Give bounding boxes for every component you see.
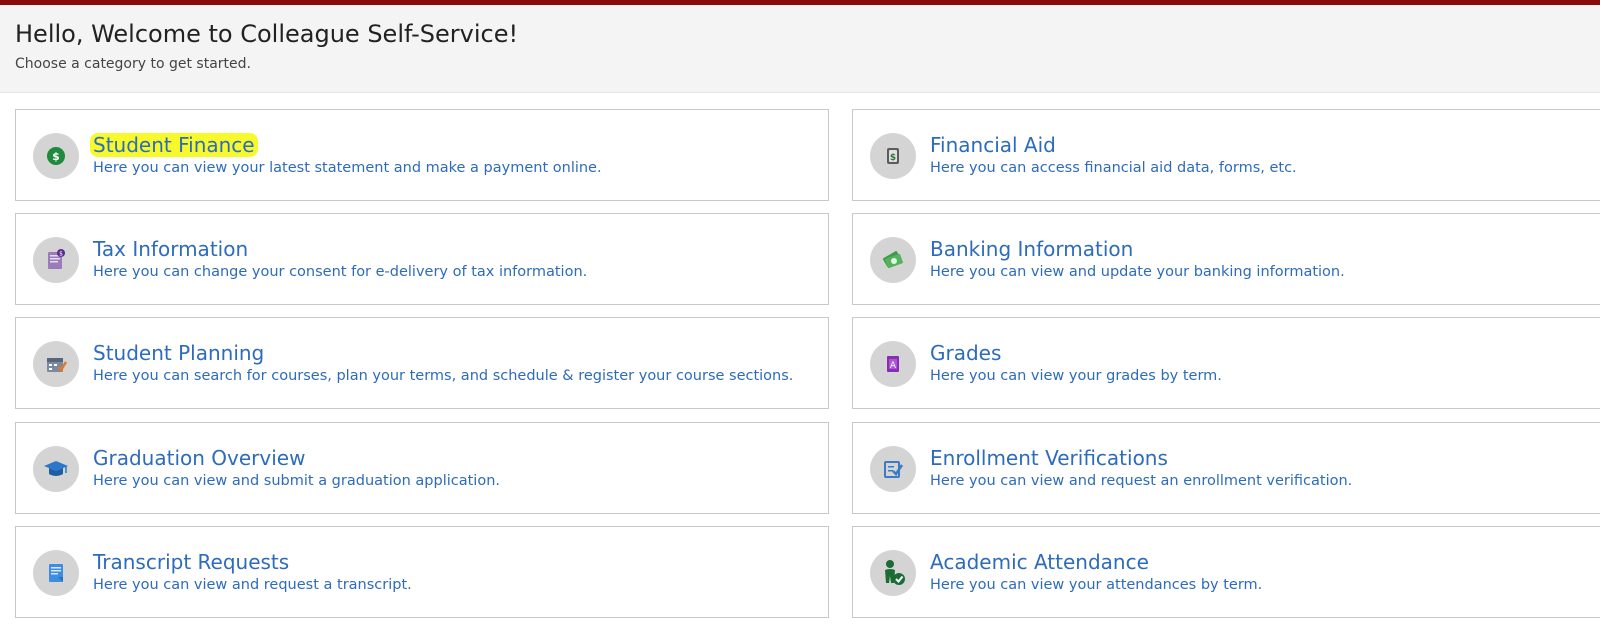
category-card-academic-attendance[interactable]: Academic Attendance Here you can view yo… — [852, 526, 1600, 618]
category-description: Here you can view your attendances by te… — [930, 577, 1263, 593]
category-title[interactable]: Student Finance — [90, 133, 258, 157]
category-title[interactable]: Student Planning — [93, 341, 264, 365]
category-title[interactable]: Financial Aid — [930, 133, 1056, 157]
category-description: Here you can view and request a transcri… — [93, 577, 412, 593]
category-card-banking-information[interactable]: Banking Information Here you can view an… — [852, 213, 1600, 305]
icon-circle: $ — [33, 133, 79, 179]
category-description: Here you can search for courses, plan yo… — [93, 368, 794, 384]
page-subtitle: Choose a category to get started. — [15, 56, 251, 72]
category-description: Here you can view your latest statement … — [93, 160, 602, 176]
icon-circle: $ — [870, 133, 916, 179]
money-bills-icon — [880, 247, 906, 273]
category-card-graduation-overview[interactable]: Graduation Overview Here you can view an… — [15, 422, 829, 514]
icon-circle — [33, 550, 79, 596]
category-description: Here you can change your consent for e-d… — [93, 264, 588, 280]
person-check-icon — [880, 559, 906, 587]
svg-text:$: $ — [52, 150, 60, 163]
category-description: Here you can view and update your bankin… — [930, 264, 1345, 280]
category-description: Here you can view and request an enrollm… — [930, 473, 1353, 489]
verification-form-icon — [881, 457, 905, 481]
icon-circle — [33, 341, 79, 387]
transcript-document-icon — [45, 561, 67, 585]
grade-book-icon: A — [882, 353, 904, 375]
category-card-student-finance[interactable]: $ Student Finance Here you can view your… — [15, 109, 829, 201]
financial-aid-document-icon: $ — [882, 145, 904, 167]
category-card-enrollment-verifications[interactable]: Enrollment Verifications Here you can vi… — [852, 422, 1600, 514]
category-title[interactable]: Academic Attendance — [930, 550, 1149, 574]
icon-circle — [870, 446, 916, 492]
category-description: Here you can view your grades by term. — [930, 368, 1222, 384]
category-title[interactable]: Graduation Overview — [93, 446, 305, 470]
svg-text:$: $ — [59, 251, 63, 258]
category-title[interactable]: Banking Information — [930, 237, 1133, 261]
icon-circle — [870, 237, 916, 283]
svg-text:A: A — [890, 361, 897, 371]
icon-circle — [33, 446, 79, 492]
category-title[interactable]: Enrollment Verifications — [930, 446, 1168, 470]
svg-text:$: $ — [890, 153, 896, 163]
category-title[interactable]: Transcript Requests — [93, 550, 289, 574]
calendar-check-icon — [44, 352, 68, 376]
graduation-cap-icon — [43, 457, 69, 481]
dollar-coin-icon: $ — [45, 145, 67, 167]
category-card-student-planning[interactable]: Student Planning Here you can search for… — [15, 317, 829, 409]
tax-document-icon: $ — [44, 248, 68, 272]
category-description: Here you can view and submit a graduatio… — [93, 473, 500, 489]
icon-circle — [870, 550, 916, 596]
category-title[interactable]: Grades — [930, 341, 1001, 365]
category-card-tax-information[interactable]: $ Tax Information Here you can change yo… — [15, 213, 829, 305]
icon-circle: $ — [33, 237, 79, 283]
category-card-financial-aid[interactable]: $ Financial Aid Here you can access fina… — [852, 109, 1600, 201]
category-description: Here you can access financial aid data, … — [930, 160, 1297, 176]
page-header: Hello, Welcome to Colleague Self-Service… — [0, 5, 1600, 93]
category-card-transcript-requests[interactable]: Transcript Requests Here you can view an… — [15, 526, 829, 618]
category-card-grades[interactable]: A Grades Here you can view your grades b… — [852, 317, 1600, 409]
category-title[interactable]: Tax Information — [93, 237, 248, 261]
page-title: Hello, Welcome to Colleague Self-Service… — [15, 20, 519, 48]
icon-circle: A — [870, 341, 916, 387]
